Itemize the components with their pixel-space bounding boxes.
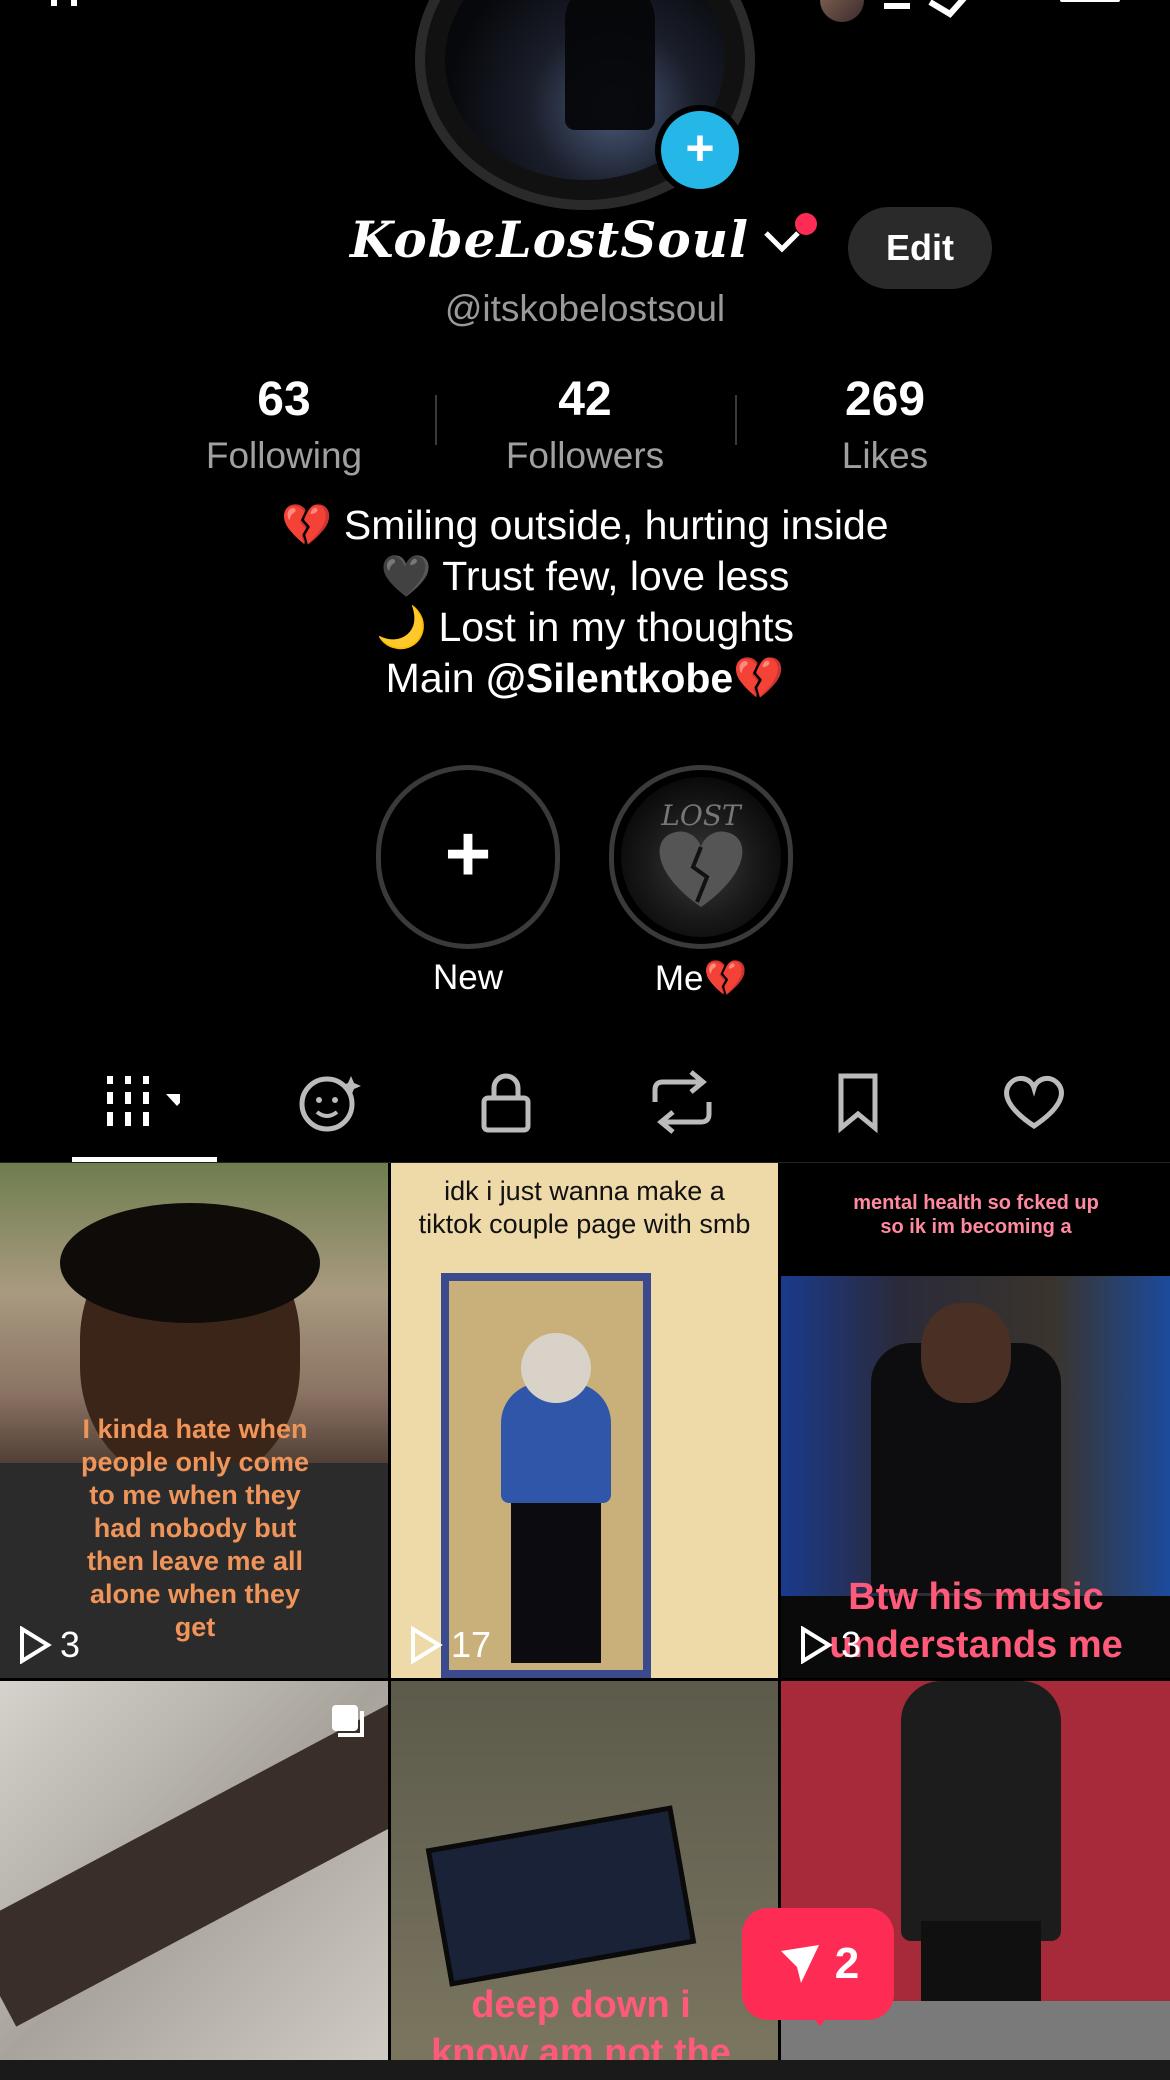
video-caption: mental health so fcked up so ik im becom… (853, 1192, 1099, 1238)
back-icon[interactable] (48, 0, 108, 10)
heart-icon[interactable] (994, 1070, 1074, 1134)
video-tile[interactable]: mental health so fcked up so ik im becom… (781, 1163, 1170, 1678)
video-caption: I kinda hate when people only come to me… (80, 1414, 310, 1642)
view-count-value: 17 (451, 1624, 492, 1665)
stat-value: 269 (844, 373, 926, 426)
bio-text: 💔 (733, 655, 785, 701)
notification-dot (795, 213, 817, 235)
reposts-face-icon[interactable] (290, 1070, 370, 1134)
bookmark-icon[interactable] (818, 1070, 898, 1134)
video-tile[interactable]: I kinda hate when people only come to me… (0, 1163, 388, 1678)
share-count: 2 (834, 1939, 860, 1988)
videos-grid-icon[interactable] (100, 1070, 180, 1134)
edit-profile-button[interactable]: Edit (848, 207, 992, 289)
view-count-value: 3 (60, 1624, 81, 1665)
video-tile[interactable] (0, 1681, 388, 2060)
bio-mention-link[interactable]: @Silentkobe (486, 655, 733, 701)
bio-line: 🌙 Lost in my thoughts (376, 604, 794, 650)
stat-value: 42 (558, 373, 612, 426)
plus-icon: + (685, 120, 715, 176)
menu-icon[interactable] (1060, 0, 1120, 2)
share-bubble-tail (806, 2010, 834, 2026)
profile-handle: @itskobelostsoul (444, 288, 726, 329)
view-count: 3 (799, 1624, 861, 1666)
profile-bio: 💔 Smiling outside, hurting inside 🖤 Trus… (0, 500, 1170, 704)
video-tile[interactable]: idk i just wanna make a tiktok couple pa… (391, 1163, 778, 1678)
send-icon (780, 1945, 819, 1983)
new-highlight-button[interactable]: + (376, 765, 560, 949)
broken-heart-icon: LOST (621, 777, 781, 937)
stat-followers[interactable]: 42 Followers (435, 372, 735, 477)
video-caption: idk i just wanna make a tiktok couple pa… (418, 1176, 751, 1239)
stat-value: 63 (257, 373, 311, 426)
view-count: 3 (18, 1624, 80, 1666)
stat-label: Following (205, 435, 363, 476)
multi-photo-icon (330, 1703, 366, 1739)
repost-icon[interactable] (642, 1070, 722, 1134)
stat-label: Likes (841, 435, 929, 476)
footprint-icon[interactable] (880, 0, 970, 29)
highlight-label: Me💔 (654, 959, 748, 998)
bio-line: 🖤 Trust few, love less (380, 553, 790, 599)
plus-icon: + (444, 809, 492, 898)
view-count: 17 (409, 1624, 491, 1666)
bottom-nav-bar (0, 2060, 1170, 2080)
stat-following[interactable]: 63 Following (134, 372, 434, 477)
highlight-label: New (432, 958, 504, 997)
svg-text:LOST: LOST (660, 799, 743, 832)
bio-line: 💔 Smiling outside, hurting inside (281, 502, 889, 548)
bio-line: Main @Silentkobe💔 (0, 653, 1170, 704)
video-caption: deep down i know am not the (431, 1984, 731, 2060)
share-profile-button[interactable]: 2 (742, 1908, 894, 2020)
add-story-button[interactable]: + (655, 105, 745, 195)
account-avatar-icon[interactable] (820, 0, 864, 22)
view-count-value: 3 (841, 1624, 862, 1665)
highlight-me[interactable]: LOST (609, 765, 793, 949)
stat-label: Followers (505, 435, 665, 476)
bio-text: Main (385, 655, 486, 701)
display-name[interactable]: KobeLostSoul (350, 210, 749, 269)
stat-likes[interactable]: 269 Likes (735, 372, 1035, 477)
video-tile[interactable]: deep down i know am not the (391, 1681, 778, 2060)
lock-icon[interactable] (466, 1070, 546, 1134)
